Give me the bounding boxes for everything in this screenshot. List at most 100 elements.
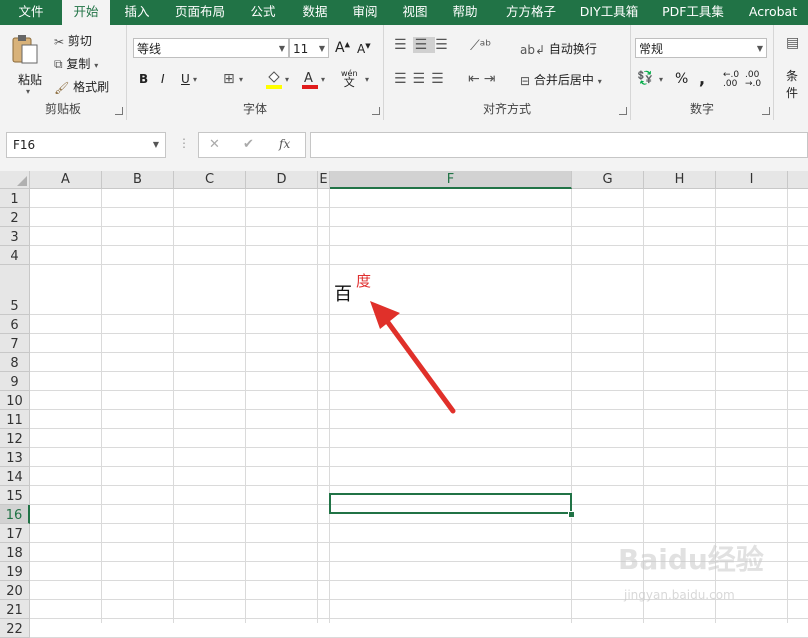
phonetic-button[interactable]: wén 文 [341, 69, 358, 88]
italic-button[interactable]: I [161, 72, 165, 86]
number-launcher-icon[interactable] [762, 107, 770, 115]
row-header-14[interactable]: 14 [0, 467, 30, 486]
decrease-decimal-icon[interactable]: .00 →.0 [745, 71, 761, 89]
row-header-18[interactable]: 18 [0, 543, 30, 562]
fill-color-dropdown-icon[interactable]: ▾ [285, 75, 289, 84]
font-launcher-icon[interactable] [372, 107, 380, 115]
tab-fangfang[interactable]: 方方格子 [500, 0, 562, 25]
selected-cell-f16[interactable] [329, 493, 572, 514]
tab-view[interactable]: 视图 [392, 0, 438, 25]
underline-dropdown-icon[interactable]: ▾ [193, 75, 197, 84]
column-header-h[interactable]: H [644, 171, 716, 189]
tab-pdf-tools[interactable]: PDF工具集 [656, 0, 730, 25]
row-header-1[interactable]: 1 [0, 189, 30, 208]
column-header-b[interactable]: B [102, 171, 174, 189]
column-header-g[interactable]: G [572, 171, 644, 189]
phonetic-dropdown-icon[interactable]: ▾ [365, 75, 369, 84]
tab-diy-toolbox[interactable]: DIY工具箱 [574, 0, 644, 25]
row-header-22[interactable]: 22 [0, 619, 30, 638]
tab-page-layout[interactable]: 页面布局 [166, 0, 234, 25]
column-header-i[interactable]: I [716, 171, 788, 189]
format-painter-button[interactable]: 🖌 格式刷 [54, 78, 109, 95]
cut-button[interactable]: ✂ 剪切 [54, 32, 92, 49]
copy-dropdown-icon[interactable]: ▾ [94, 61, 98, 70]
font-color-dropdown-icon[interactable]: ▾ [321, 75, 325, 84]
select-all-corner[interactable] [0, 171, 30, 189]
tab-review[interactable]: 审阅 [342, 0, 388, 25]
row-header-6[interactable]: 6 [0, 315, 30, 334]
tab-formulas[interactable]: 公式 [240, 0, 286, 25]
row-header-21[interactable]: 21 [0, 600, 30, 619]
increase-decimal-icon[interactable]: ←.0.00 [723, 71, 739, 89]
tab-home[interactable]: 开始 [62, 0, 110, 25]
comma-button[interactable]: , [699, 69, 705, 88]
row-header-5[interactable]: 5 [0, 265, 30, 315]
paste-button[interactable]: 粘贴 ▾ [10, 33, 46, 96]
row-header-16[interactable]: 16 [0, 505, 30, 524]
formula-input[interactable] [310, 132, 808, 158]
row-header-20[interactable]: 20 [0, 581, 30, 600]
name-box[interactable]: F16 ▼ [6, 132, 166, 158]
row-header-7[interactable]: 7 [0, 334, 30, 353]
tab-data[interactable]: 数据 [292, 0, 338, 25]
column-header-f[interactable]: F [330, 171, 572, 189]
copy-button[interactable]: ⧉ 复制 ▾ [54, 55, 98, 72]
row-header-8[interactable]: 8 [0, 353, 30, 372]
fill-handle[interactable] [568, 511, 575, 518]
row-header-11[interactable]: 11 [0, 410, 30, 429]
vertical-align-icons[interactable]: ☰ ☰ ☰ [394, 37, 454, 53]
tab-help[interactable]: 帮助 [442, 0, 488, 25]
indent-icons[interactable]: ⇤⇥ [468, 71, 499, 87]
row-header-10[interactable]: 10 [0, 391, 30, 410]
paste-dropdown-icon[interactable]: ▾ [26, 87, 30, 96]
horizontal-align-icons[interactable]: ☰☰☰ [394, 71, 450, 87]
wrap-text-label: 自动换行 [548, 42, 597, 56]
tab-acrobat[interactable]: Acrobat [740, 0, 806, 25]
orientation-icon[interactable]: ⟋ᵃᵇ [470, 38, 491, 54]
merge-center-button[interactable]: ⊟ 合并后居中 ▾ [520, 71, 602, 88]
insert-function-icon[interactable]: fx [279, 137, 290, 151]
alignment-launcher-icon[interactable] [619, 107, 627, 115]
tab-file[interactable]: 文件 [6, 0, 56, 25]
font-name-select[interactable]: 等线 ▼ [133, 38, 289, 58]
row-header-12[interactable]: 12 [0, 429, 30, 448]
column-header-c[interactable]: C [174, 171, 246, 189]
font-size-select[interactable]: 11 ▼ [289, 38, 329, 58]
group-styles: ▤ 条件 [774, 25, 808, 120]
cell-f5-text[interactable]: 百 [334, 280, 352, 306]
column-header-d[interactable]: D [246, 171, 318, 189]
wrap-text-button[interactable]: ab↲ 自动换行 [520, 40, 597, 57]
conditional-format-icon[interactable]: ▤ [786, 35, 799, 51]
row-header-15[interactable]: 15 [0, 486, 30, 505]
name-box-dropdown-icon[interactable]: ▼ [153, 133, 159, 157]
bold-button[interactable]: B [139, 72, 148, 86]
border-icon[interactable]: ⊞ [223, 71, 235, 87]
column-header-e[interactable]: E [318, 171, 330, 189]
row-header-4[interactable]: 4 [0, 246, 30, 265]
row-header-17[interactable]: 17 [0, 524, 30, 543]
row-header-2[interactable]: 2 [0, 208, 30, 227]
currency-icon[interactable]: 💱 [637, 71, 653, 86]
underline-button[interactable]: U [181, 72, 190, 86]
tab-insert[interactable]: 插入 [114, 0, 160, 25]
merge-dropdown-icon[interactable]: ▾ [598, 77, 602, 86]
border-dropdown-icon[interactable]: ▾ [239, 75, 243, 84]
fill-color-button[interactable] [265, 69, 283, 92]
clipboard-launcher-icon[interactable] [115, 107, 123, 115]
column-header-a[interactable]: A [30, 171, 102, 189]
currency-dropdown-icon[interactable]: ▾ [659, 75, 663, 84]
number-format-select[interactable]: 常规 ▼ [635, 38, 767, 58]
column-header-j[interactable] [788, 171, 808, 189]
cancel-icon[interactable]: ✕ [209, 137, 220, 152]
increase-font-icon[interactable]: A▲ [335, 40, 350, 56]
font-color-button[interactable]: A [301, 69, 319, 92]
row-header-3[interactable]: 3 [0, 227, 30, 246]
baidu-watermark-logo: Baidu经验 [618, 543, 764, 576]
percent-button[interactable]: % [675, 71, 688, 87]
decrease-font-icon[interactable]: A▼ [357, 42, 371, 56]
enter-icon[interactable]: ✔ [243, 137, 254, 152]
conditional-format-label[interactable]: 条件 [786, 67, 808, 101]
row-header-13[interactable]: 13 [0, 448, 30, 467]
row-header-19[interactable]: 19 [0, 562, 30, 581]
row-header-9[interactable]: 9 [0, 372, 30, 391]
